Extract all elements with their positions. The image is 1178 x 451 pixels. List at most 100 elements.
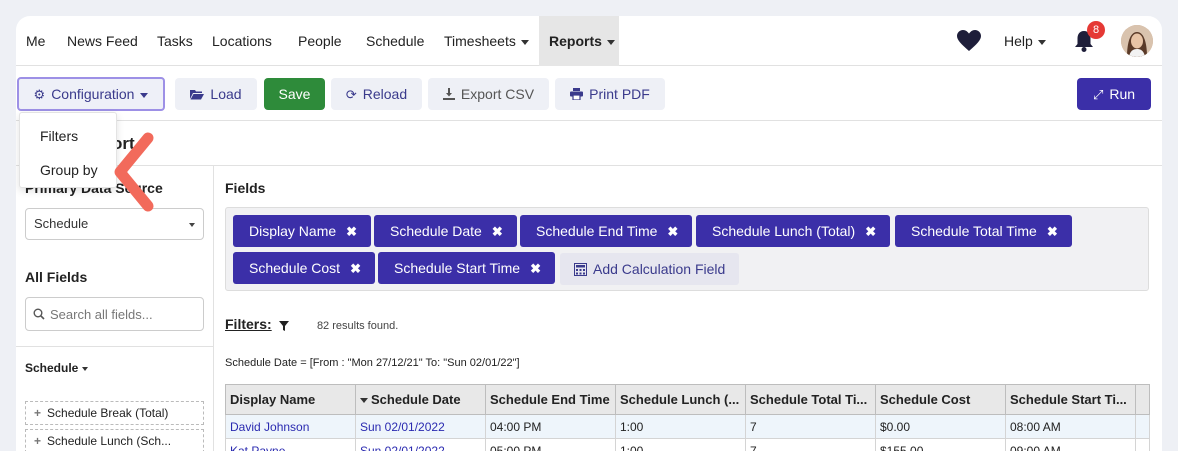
remove-icon[interactable]: ✖ bbox=[865, 224, 876, 239]
run-label: Run bbox=[1109, 86, 1136, 102]
fields-heading: Fields bbox=[225, 180, 266, 196]
menu-item-group-by[interactable]: Group by bbox=[40, 162, 98, 178]
column-header-sorted[interactable]: Schedule Date bbox=[355, 384, 486, 415]
nav-help[interactable]: Help bbox=[1004, 16, 1046, 66]
remove-icon[interactable]: ✖ bbox=[492, 224, 503, 239]
filter-icon[interactable] bbox=[279, 320, 290, 331]
nav-people[interactable]: People bbox=[298, 16, 342, 66]
field-item-label: Schedule Break (Total) bbox=[47, 406, 169, 420]
column-header-spacer bbox=[1135, 384, 1150, 415]
remove-icon[interactable]: ✖ bbox=[350, 261, 361, 276]
table-cell-link[interactable]: David Johnson bbox=[225, 414, 356, 439]
notification-badge: 8 bbox=[1087, 21, 1105, 39]
download-icon bbox=[442, 79, 455, 111]
avatar[interactable] bbox=[1121, 25, 1153, 57]
primary-data-source-value: Schedule bbox=[34, 216, 89, 231]
field-item-schedule-break[interactable]: + Schedule Break (Total) bbox=[25, 401, 204, 425]
configuration-menu: Filters Group by bbox=[19, 112, 117, 188]
user-photo-icon bbox=[1121, 25, 1153, 57]
chip-label: Schedule End Time bbox=[536, 223, 658, 239]
report-title-band: ort bbox=[16, 122, 1162, 166]
chevron-down-icon bbox=[189, 223, 195, 227]
load-button[interactable]: Load bbox=[175, 78, 257, 110]
field-item-schedule-lunch[interactable]: + Schedule Lunch (Sch... bbox=[25, 429, 204, 451]
nav-tasks[interactable]: Tasks bbox=[157, 16, 193, 66]
column-header[interactable]: Schedule End Time bbox=[485, 384, 616, 415]
nav-reports[interactable]: Reports bbox=[539, 16, 619, 66]
print-icon bbox=[570, 79, 584, 111]
nav-reports-label: Reports bbox=[549, 33, 602, 49]
table-cell: $0.00 bbox=[875, 414, 1006, 439]
table-row: David Johnson Sun 02/01/2022 04:00 PM 1:… bbox=[225, 414, 1150, 439]
remove-icon[interactable]: ✖ bbox=[667, 224, 678, 239]
column-header[interactable]: Schedule Lunch (... bbox=[615, 384, 746, 415]
print-pdf-button[interactable]: Print PDF bbox=[555, 78, 665, 110]
chip-label: Schedule Cost bbox=[249, 260, 341, 276]
column-header[interactable]: Schedule Start Ti... bbox=[1005, 384, 1136, 415]
search-input[interactable] bbox=[50, 304, 198, 324]
chip-label: Schedule Total Time bbox=[911, 223, 1037, 239]
reload-button[interactable]: ⟳ Reload bbox=[331, 78, 422, 110]
field-chip-schedule-cost[interactable]: Schedule Cost ✖ bbox=[233, 252, 375, 284]
refresh-icon: ⟳ bbox=[345, 87, 357, 102]
export-csv-button[interactable]: Export CSV bbox=[428, 78, 549, 110]
nav-help-label: Help bbox=[1004, 33, 1033, 49]
heart-icon[interactable] bbox=[956, 29, 982, 53]
menu-item-filters[interactable]: Filters bbox=[40, 128, 78, 144]
field-chip-display-name[interactable]: Display Name ✖ bbox=[233, 215, 372, 247]
toolbar: ⚙ Configuration Load Save ⟳ Reload Export … bbox=[16, 66, 1162, 121]
table-cell: 05:00 PM bbox=[485, 438, 616, 451]
chevron-down-icon bbox=[140, 92, 149, 98]
add-calculation-field-button[interactable]: Add Calculation Field bbox=[560, 253, 740, 285]
column-header[interactable]: Schedule Total Ti... bbox=[745, 384, 876, 415]
main-panel: Fields Display Name ✖ Schedule Date ✖ Sche… bbox=[215, 166, 1162, 451]
table-cell: 1:00 bbox=[615, 414, 746, 439]
column-header[interactable]: Display Name bbox=[225, 384, 356, 415]
search-icon bbox=[33, 308, 45, 320]
nav-timesheets[interactable]: Timesheets bbox=[444, 16, 529, 66]
calculator-icon bbox=[574, 263, 587, 276]
annotation-arrow-icon bbox=[114, 132, 154, 212]
chip-label: Display Name bbox=[249, 223, 337, 239]
table-cell: 08:00 AM bbox=[1005, 414, 1136, 439]
table-cell: 09:00 AM bbox=[1005, 438, 1136, 451]
top-nav: Me News Feed Tasks Locations People Sche… bbox=[16, 16, 1162, 66]
table-cell: 1:00 bbox=[615, 438, 746, 451]
field-chip-schedule-start-time[interactable]: Schedule Start Time ✖ bbox=[378, 252, 555, 284]
results-table: Display Name Schedule Date Schedule End … bbox=[225, 384, 1150, 451]
nav-locations[interactable]: Locations bbox=[212, 16, 272, 66]
schedule-group-label: Schedule bbox=[25, 361, 79, 375]
filters-toggle[interactable]: Filters: bbox=[225, 316, 272, 332]
table-cell-link[interactable]: Kat Payne bbox=[225, 438, 356, 451]
chevron-down-icon bbox=[520, 39, 529, 45]
nav-me[interactable]: Me bbox=[26, 16, 45, 66]
table-cell: 7 bbox=[745, 414, 876, 439]
nav-schedule[interactable]: Schedule bbox=[366, 16, 424, 66]
filter-range: Schedule Date = [From : "Mon 27/12/21" T… bbox=[225, 357, 520, 369]
remove-icon[interactable]: ✖ bbox=[530, 261, 541, 276]
remove-icon[interactable]: ✖ bbox=[346, 224, 357, 239]
plus-icon: + bbox=[34, 434, 42, 448]
configuration-button[interactable]: ⚙ Configuration bbox=[17, 77, 165, 111]
run-button[interactable]: ⤢ Run bbox=[1077, 78, 1151, 110]
table-cell: 04:00 PM bbox=[485, 414, 616, 439]
field-chip-schedule-date[interactable]: Schedule Date ✖ bbox=[374, 215, 517, 247]
column-header[interactable]: Schedule Cost bbox=[875, 384, 1006, 415]
nav-news-feed[interactable]: News Feed bbox=[67, 16, 138, 66]
reload-label: Reload bbox=[362, 86, 408, 102]
filters-summary: Filters: 82 results found. bbox=[225, 316, 398, 332]
field-chip-schedule-total-time[interactable]: Schedule Total Time ✖ bbox=[895, 215, 1072, 247]
field-chip-schedule-end-time[interactable]: Schedule End Time ✖ bbox=[520, 215, 693, 247]
column-header-label: Schedule Date bbox=[371, 392, 461, 407]
remove-icon[interactable]: ✖ bbox=[1047, 224, 1058, 239]
save-button[interactable]: Save bbox=[264, 78, 325, 110]
table-cell-link[interactable]: Sun 02/01/2022 bbox=[355, 414, 486, 439]
chip-label: Schedule Date bbox=[390, 223, 482, 239]
chip-label: Schedule Lunch (Total) bbox=[712, 223, 856, 239]
add-calculation-field-label: Add Calculation Field bbox=[593, 261, 726, 277]
schedule-group-toggle[interactable]: Schedule bbox=[25, 361, 89, 375]
table-cell: 7 bbox=[745, 438, 876, 451]
expand-icon: ⤢ bbox=[1092, 87, 1104, 102]
field-chip-schedule-lunch-total[interactable]: Schedule Lunch (Total) ✖ bbox=[696, 215, 891, 247]
table-cell-link[interactable]: Sun 02/01/2022 bbox=[355, 438, 486, 451]
